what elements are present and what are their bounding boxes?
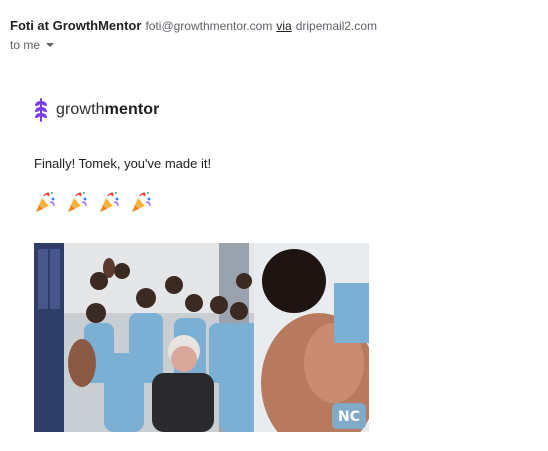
party-popper-icon [68,192,87,212]
sender-email: foti@growthmentor.com [145,19,273,33]
party-popper-icon [132,192,151,212]
logo-text-bold: mentor [104,101,160,118]
celebration-gif: NC [34,243,369,432]
recipient-details-toggle[interactable]: to me [10,38,55,52]
svg-text:NC: NC [338,409,360,425]
sender-name[interactable]: Foti at GrowthMentor [10,18,141,33]
sprout-logo-icon [35,98,47,122]
greeting-text: Finally! Tomek, you've made it! [34,156,212,171]
celebration-gif-image: NC [34,243,369,432]
chevron-down-icon[interactable] [46,43,55,47]
growthmentor-logo: growthmentor [34,96,159,124]
party-popper-icon [36,192,55,212]
logo-wordmark: growthmentor [56,101,159,119]
emoji-row [34,190,162,214]
logo-text-regular: growth [56,101,105,118]
via-link[interactable]: via [276,19,291,33]
party-popper-icon [100,192,119,212]
sender-line: Foti at GrowthMentor foti@growthmentor.c… [10,18,377,33]
nc-logo-icon: NC [332,403,366,429]
relay-domain: dripemail2.com [295,19,378,33]
to-label: to me [10,38,41,52]
